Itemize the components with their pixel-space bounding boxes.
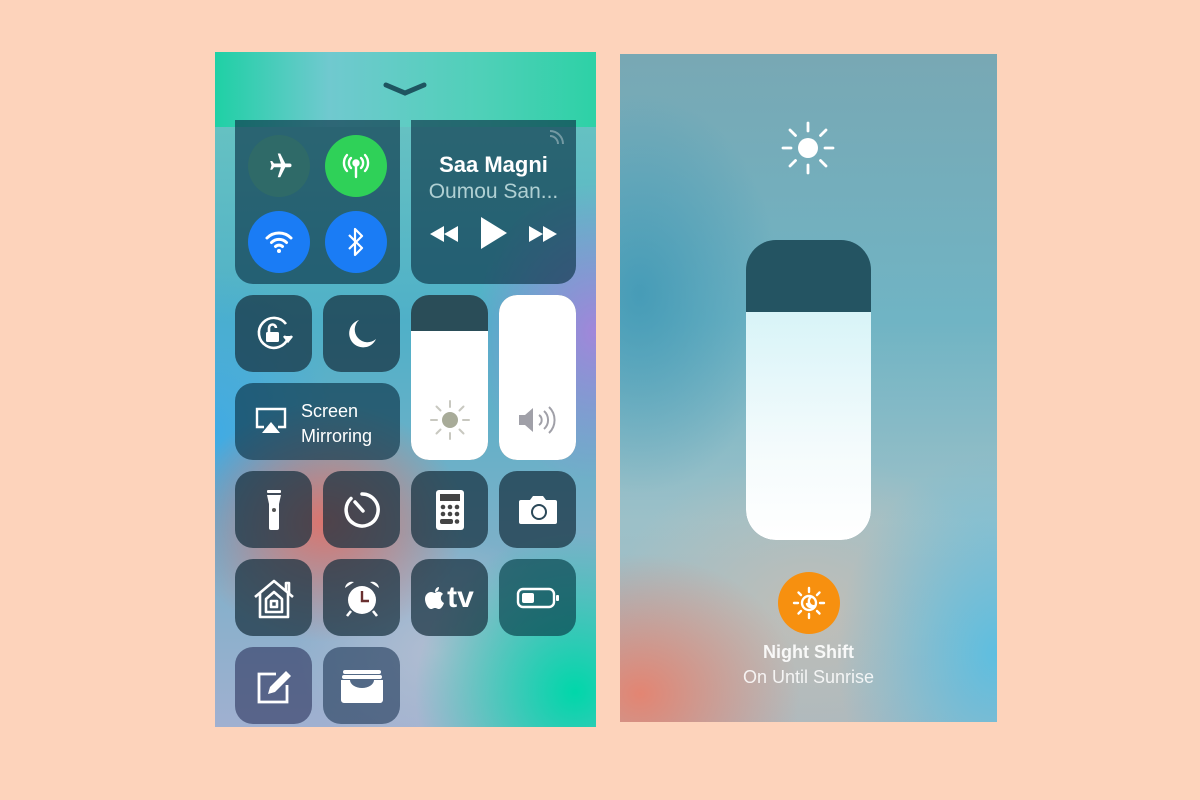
home-button[interactable] [235, 559, 312, 636]
volume-fill [499, 295, 576, 460]
fast-forward-icon[interactable] [527, 224, 559, 244]
flashlight-button[interactable] [235, 471, 312, 548]
moon-icon [348, 319, 376, 347]
chevron-down-icon[interactable] [383, 80, 427, 98]
track-artist: Oumou San... [428, 180, 559, 203]
brightness-slider-large[interactable] [746, 240, 871, 540]
camera-icon [518, 495, 557, 524]
night-shift-title: Night Shift [763, 642, 854, 662]
sun-icon [781, 121, 835, 175]
alarm-button[interactable] [323, 559, 400, 636]
orientation-lock-button[interactable] [235, 295, 312, 372]
camera-button[interactable] [499, 471, 576, 548]
brightness-fill [746, 312, 871, 540]
timer-button[interactable] [323, 471, 400, 548]
calculator-button[interactable] [411, 471, 488, 548]
calculator-icon [435, 489, 464, 530]
cellular-data-button[interactable] [325, 135, 387, 197]
orientation-lock-icon [257, 316, 293, 349]
home-icon [253, 579, 294, 618]
control-center: Saa Magni Oumou San... Screen Mirroring [215, 52, 596, 727]
brightness-slider[interactable] [411, 295, 488, 460]
screen-mirroring-label-2: Mirroring [301, 426, 373, 446]
notes-icon [257, 670, 291, 703]
bluetooth-button[interactable] [325, 211, 387, 273]
airplane-icon [270, 153, 292, 178]
antenna-icon [342, 153, 370, 179]
airplay-audio-icon[interactable] [548, 130, 564, 146]
speaker-icon [519, 406, 556, 434]
alarm-icon [344, 581, 379, 617]
airplane-mode-button[interactable] [248, 135, 310, 197]
screen-mirroring-label-1: Screen [301, 401, 359, 421]
screen-mirroring-icon [255, 407, 287, 433]
apple-logo-icon [425, 586, 445, 609]
timer-icon [343, 491, 380, 528]
do-not-disturb-button[interactable] [323, 295, 400, 372]
apple-tv-remote-button[interactable]: tv [411, 559, 488, 636]
bluetooth-icon [348, 227, 364, 257]
sun-icon [430, 400, 470, 440]
low-power-mode-button[interactable] [499, 559, 576, 636]
night-shift-icon [792, 586, 826, 620]
low-power-icon [516, 587, 559, 608]
track-title: Saa Magni [439, 152, 548, 177]
night-shift-status: On Until Sunrise [742, 667, 875, 687]
screen-mirroring-button[interactable]: Screen Mirroring [235, 383, 400, 460]
apple-tv-label: tv [447, 580, 474, 614]
night-shift-button[interactable] [778, 572, 840, 634]
dismiss-bar[interactable] [215, 52, 596, 127]
rewind-icon[interactable] [428, 224, 460, 244]
wifi-button[interactable] [248, 211, 310, 273]
wifi-icon [265, 231, 293, 253]
flashlight-icon [266, 489, 281, 530]
play-icon[interactable] [479, 216, 509, 250]
wallet-button[interactable] [323, 647, 400, 724]
brightness-detail-view: Night Shift On Until Sunrise [620, 54, 997, 722]
volume-slider[interactable] [499, 295, 576, 460]
connectivity-module [235, 120, 400, 284]
wallet-icon [340, 669, 383, 703]
notes-button[interactable] [235, 647, 312, 724]
now-playing-module: Saa Magni Oumou San... [411, 120, 576, 284]
